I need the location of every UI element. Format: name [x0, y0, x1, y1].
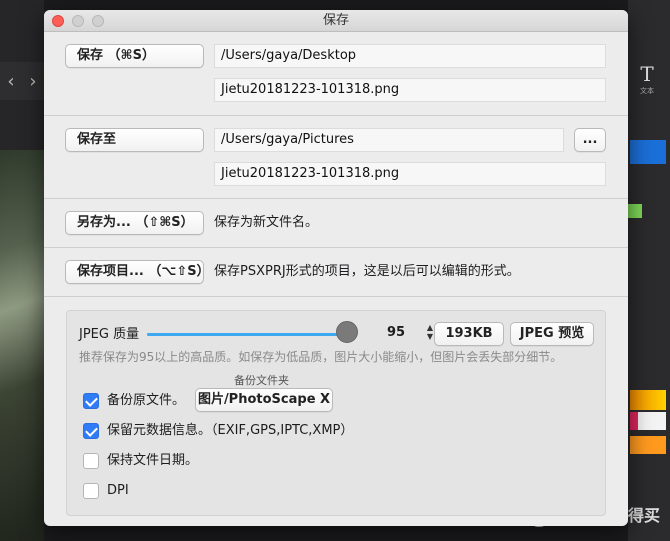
- jpeg-quality-label: JPEG 质量: [79, 327, 140, 342]
- zoom-button[interactable]: [92, 15, 104, 27]
- save-to-filename-field[interactable]: Jietu20181223-101318.png: [214, 162, 606, 186]
- save-to-folder-field[interactable]: /Users/gaya/Pictures: [214, 128, 564, 152]
- save-as-section: 另存为... （⇧⌘S） 保存为新文件名。: [44, 199, 628, 248]
- dpi-label: DPI: [107, 483, 129, 498]
- keep-metadata-label: 保留元数据信息。（EXIF,GPS,IPTC,XMP）: [107, 423, 354, 438]
- background-nav: ‹ ›: [0, 62, 44, 100]
- backup-folder-button[interactable]: 图片/PhotoScape X: [195, 388, 333, 412]
- slider-knob[interactable]: [335, 321, 358, 343]
- save-to-section: 保存至 /Users/gaya/Pictures ... Jietu201812…: [44, 116, 628, 199]
- color-swatch-green: [628, 204, 642, 218]
- close-button[interactable]: [52, 15, 64, 27]
- window-title: 保存: [322, 13, 349, 28]
- background-photo: [0, 150, 44, 541]
- color-swatch-red: [630, 412, 666, 430]
- color-swatch-blue: [630, 140, 666, 164]
- file-size-button[interactable]: 193KB: [434, 322, 504, 346]
- window-controls: [52, 15, 104, 27]
- keep-file-date-checkbox[interactable]: [83, 453, 99, 469]
- title-bar: 保存: [44, 10, 628, 32]
- color-swatch-orange: [630, 390, 666, 410]
- save-as-button[interactable]: 另存为... （⇧⌘S）: [65, 211, 204, 235]
- backup-folder-label: 备份文件夹: [234, 374, 289, 387]
- jpeg-quality-value[interactable]: 95: [387, 324, 405, 342]
- text-tool-icon[interactable]: T 文本: [628, 62, 666, 100]
- save-button[interactable]: 保存 （⌘S）: [65, 44, 204, 68]
- jpeg-options-group: JPEG 质量 95 ▲ ▼ 193KB JPEG 预览 推荐保存为95以上的高…: [66, 310, 606, 516]
- back-arrow-icon[interactable]: ‹: [7, 71, 14, 92]
- keep-metadata-checkbox[interactable]: [83, 423, 99, 439]
- save-section: 保存 （⌘S） /Users/gaya/Desktop Jietu2018122…: [44, 32, 628, 116]
- save-project-section: 保存项目... （⌥⇧S） 保存PSXPRJ形式的项目，这是以后可以编辑的形式。: [44, 248, 628, 297]
- backup-original-label: 备份原文件。: [107, 393, 186, 408]
- jpeg-preview-button[interactable]: JPEG 预览: [510, 322, 594, 346]
- backup-original-checkbox[interactable]: [83, 393, 99, 409]
- color-swatch-amber: [630, 436, 666, 454]
- save-as-description: 保存为新文件名。: [214, 215, 319, 230]
- forward-arrow-icon[interactable]: ›: [29, 71, 36, 92]
- minimize-button[interactable]: [72, 15, 84, 27]
- save-project-description: 保存PSXPRJ形式的项目，这是以后可以编辑的形式。: [214, 264, 520, 279]
- save-filename-field[interactable]: Jietu20181223-101318.png: [214, 78, 606, 102]
- save-project-button[interactable]: 保存项目... （⌥⇧S）: [65, 260, 210, 284]
- dpi-checkbox[interactable]: [83, 483, 99, 499]
- jpeg-quality-slider[interactable]: [147, 333, 357, 336]
- slider-fill: [147, 333, 347, 336]
- jpeg-quality-hint: 推荐保存为95以上的高品质。如保存为低品质，图片大小能缩小，但图片会丢失部分细节…: [79, 350, 563, 364]
- save-to-button[interactable]: 保存至: [65, 128, 204, 152]
- save-dialog: 保存 保存 （⌘S） /Users/gaya/Desktop Jietu2018…: [44, 10, 628, 526]
- browse-folder-button[interactable]: ...: [574, 128, 606, 152]
- keep-file-date-label: 保持文件日期。: [107, 453, 199, 468]
- save-folder-field[interactable]: /Users/gaya/Desktop: [214, 44, 606, 68]
